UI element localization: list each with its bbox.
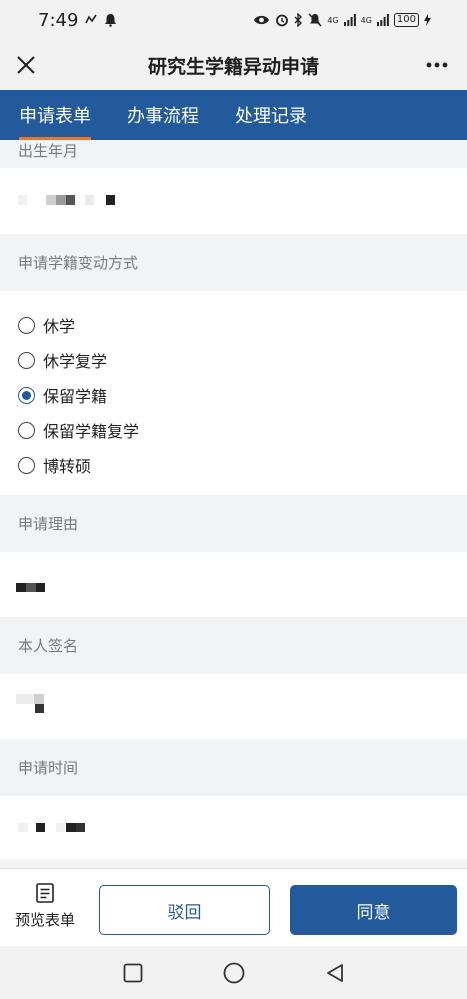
option-suspend[interactable]: 休学 <box>18 313 75 337</box>
redacted-text <box>36 583 45 592</box>
form-content: 出生年月 申请学籍变动方式 休学 休学复学 保留学籍 保留学籍复学 博转硕 申请… <box>0 140 467 868</box>
redacted-signature <box>16 694 34 704</box>
status-time: 7:49 <box>38 9 79 31</box>
option-suspend-resume[interactable]: 休学复学 <box>18 348 107 372</box>
redacted-text <box>76 823 85 832</box>
signature-label: 本人签名 <box>0 617 467 674</box>
option-phd-to-master[interactable]: 博转硕 <box>18 453 91 477</box>
option-retain-status[interactable]: 保留学籍 <box>18 383 107 407</box>
redacted-text <box>56 823 65 832</box>
birth-value-row <box>0 168 467 234</box>
home-icon[interactable] <box>223 962 245 984</box>
agree-button[interactable]: 同意 <box>290 885 457 935</box>
change-type-options: 休学 休学复学 保留学籍 保留学籍复学 博转硕 <box>0 291 467 495</box>
eye-icon <box>254 15 270 25</box>
signal-label-2: 4G <box>360 15 372 25</box>
date-label: 申请时间 <box>0 739 467 796</box>
signature-label-text: 本人签名 <box>18 637 79 655</box>
option-label: 博转硕 <box>43 457 92 476</box>
close-icon <box>17 56 35 74</box>
option-label: 休学复学 <box>43 352 108 371</box>
reason-value-row <box>0 552 467 617</box>
radio-button[interactable] <box>18 351 35 369</box>
title-bar: 研究生学籍异动申请 <box>0 40 467 90</box>
preview-form-button[interactable]: 预览表单 <box>8 883 82 930</box>
change-type-label: 申请学籍变动方式 <box>0 234 467 291</box>
redacted-signature <box>34 694 44 704</box>
change-type-label-text: 申请学籍变动方式 <box>18 254 139 272</box>
redacted-text <box>36 823 45 832</box>
mute-icon <box>308 13 322 27</box>
recents-icon[interactable] <box>123 963 143 983</box>
more-icon <box>426 62 448 68</box>
reason-label-text: 申请理由 <box>18 515 79 533</box>
birth-label-text: 出生年月 <box>18 141 79 160</box>
redacted-text <box>56 195 66 205</box>
birth-label: 出生年月 <box>0 140 467 168</box>
redacted-text <box>106 195 115 205</box>
bell-icon <box>105 14 117 27</box>
redacted-text <box>16 583 26 592</box>
preview-form-label: 预览表单 <box>14 911 75 929</box>
status-left: 7:49 <box>38 10 117 31</box>
tab-records[interactable]: 处理记录 <box>235 90 307 140</box>
battery-icon: 100 <box>393 13 419 27</box>
reject-button[interactable]: 驳回 <box>99 885 270 935</box>
tab-bar: 申请表单 办事流程 处理记录 <box>0 90 467 140</box>
redacted-text <box>66 195 75 205</box>
reason-label: 申请理由 <box>0 495 467 552</box>
option-label: 保留学籍复学 <box>43 422 140 441</box>
status-bar: 7:49 4G 4G 100 <box>0 0 467 40</box>
signal-label-1: 4G <box>327 15 339 25</box>
alarm-icon <box>276 14 289 27</box>
radio-button-checked[interactable] <box>18 386 35 404</box>
redacted-text <box>85 195 94 205</box>
radio-button[interactable] <box>18 456 35 474</box>
redacted-text <box>26 583 36 592</box>
bluetooth-icon <box>294 13 303 27</box>
redacted-text <box>46 195 56 205</box>
redacted-text <box>66 823 76 832</box>
more-button[interactable] <box>421 49 453 81</box>
tab-application-form[interactable]: 申请表单 <box>19 90 91 140</box>
option-label: 保留学籍 <box>43 387 108 406</box>
option-retain-status-resume[interactable]: 保留学籍复学 <box>18 418 139 442</box>
tab-procedure[interactable]: 办事流程 <box>127 90 199 140</box>
form-icon <box>36 883 54 903</box>
charging-icon <box>424 14 431 26</box>
signal-icon-2 <box>376 14 389 26</box>
date-label-text: 申请时间 <box>18 759 79 777</box>
date-value-row <box>0 796 467 859</box>
redacted-signature <box>35 704 44 713</box>
redacted-text <box>18 823 28 832</box>
signal-icon <box>343 14 356 26</box>
status-right: 4G 4G 100 <box>253 13 431 27</box>
radio-button[interactable] <box>18 421 35 439</box>
option-label: 休学 <box>43 317 76 336</box>
bottom-action-bar: 预览表单 驳回 同意 <box>0 868 467 946</box>
close-button[interactable] <box>10 49 42 81</box>
back-icon[interactable] <box>325 963 345 983</box>
page-title: 研究生学籍异动申请 <box>147 55 319 78</box>
radio-button[interactable] <box>18 316 35 334</box>
system-nav-bar <box>0 946 467 999</box>
redacted-text <box>18 195 27 205</box>
signature-value-row <box>0 674 467 739</box>
notification-icon <box>85 14 98 24</box>
